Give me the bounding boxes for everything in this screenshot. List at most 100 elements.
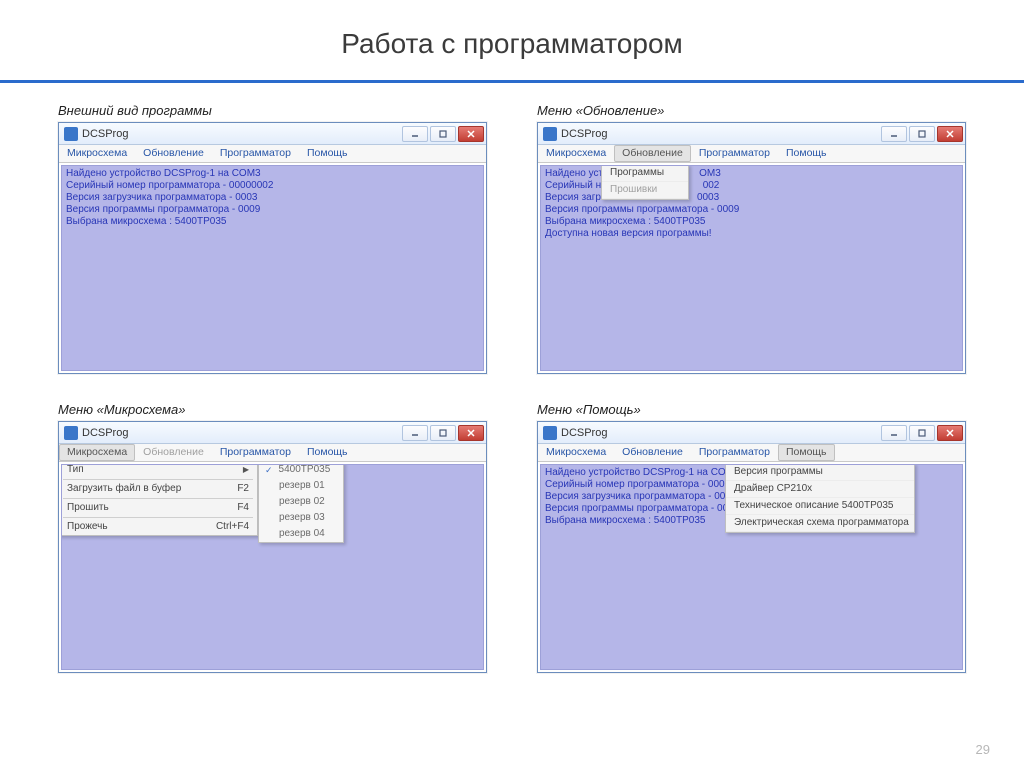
- app-icon: [543, 127, 557, 141]
- log-line: Найдено устройство DCSProg-1 на COM3: [66, 168, 479, 180]
- submenu-item[interactable]: ✓5400ТР035: [259, 464, 343, 478]
- log-line: Найдено уст: [545, 168, 603, 180]
- minimize-button[interactable]: [402, 425, 428, 441]
- maximize-button[interactable]: [909, 425, 935, 441]
- slide-title: Работа с программатором: [0, 0, 1024, 72]
- menu-update[interactable]: Обновление: [614, 145, 691, 162]
- dropdown-shortcut: F2: [237, 483, 249, 495]
- menu-update[interactable]: Обновление: [135, 145, 212, 162]
- menu-programmer[interactable]: Программатор: [212, 444, 299, 461]
- dropdown-label: Прошить: [67, 502, 109, 514]
- log-line-suffix: 002: [703, 180, 720, 192]
- panel-microchip-menu: Меню «Микросхема» DCSProg Микросхема Обн…: [58, 402, 487, 673]
- check-icon: [265, 480, 273, 492]
- log-area: Найдено устройство DCSProg-1 на COM Сери…: [540, 464, 963, 670]
- menu-microchip[interactable]: Микросхема: [59, 145, 135, 162]
- log-line-suffix: 0003: [697, 192, 719, 204]
- dropdown-item-techdesc[interactable]: Техническое описание 5400ТР035: [726, 498, 914, 515]
- type-submenu: ✓5400ТР035 резерв 01 резерв 02 резерв 03…: [258, 464, 344, 543]
- close-button[interactable]: [937, 126, 963, 142]
- window-appearance: DCSProg Микросхема Обновление Программат…: [58, 122, 487, 374]
- log-line: Версия программы программатора - 0009: [545, 204, 958, 216]
- check-icon: ✓: [265, 464, 273, 476]
- submenu-item[interactable]: резерв 01: [259, 478, 343, 494]
- caption-appearance: Внешний вид программы: [58, 103, 487, 118]
- dropdown-shortcut: F4: [237, 502, 249, 514]
- dropdown-divider: [63, 479, 253, 480]
- dropdown-item-schematic[interactable]: Электрическая схема программатора: [726, 515, 914, 532]
- log-line: Версия загр: [545, 192, 601, 204]
- log-area: Найдено уст OM3 Серийный но 002 Версия заг…: [540, 165, 963, 371]
- menu-help[interactable]: Помощь: [299, 444, 356, 461]
- menu-update[interactable]: Обновление: [135, 444, 212, 461]
- dropdown-label: Загрузить файл в буфер: [67, 483, 181, 495]
- log-area: Тип ▶ Загрузить файл в буфер F2 Прошить …: [61, 464, 484, 670]
- submenu-label: резерв 01: [279, 480, 325, 492]
- log-line: Серийный но: [545, 180, 607, 192]
- page-number: 29: [976, 742, 990, 757]
- caption-microchip: Меню «Микросхема»: [58, 402, 487, 417]
- log-line: Версия программы программатора - 0009: [66, 204, 479, 216]
- window-title: DCSProg: [82, 128, 402, 140]
- menu-microchip[interactable]: Микросхема: [538, 145, 614, 162]
- microchip-dropdown: Тип ▶ Загрузить файл в буфер F2 Прошить …: [61, 464, 258, 536]
- titlebar[interactable]: DCSProg: [59, 422, 486, 444]
- titlebar[interactable]: DCSProg: [538, 123, 965, 145]
- menu-help[interactable]: Помощь: [778, 145, 835, 162]
- menubar: Микросхема Обновление Программатор Помощ…: [59, 145, 486, 163]
- panel-appearance: Внешний вид программы DCSProg Микросхема…: [58, 103, 487, 374]
- log-line: Выбрана микросхема : 5400ТР035: [545, 216, 958, 228]
- submenu-item[interactable]: резерв 04: [259, 526, 343, 542]
- caption-help: Меню «Помощь»: [537, 402, 966, 417]
- app-icon: [543, 426, 557, 440]
- menu-update[interactable]: Обновление: [614, 444, 691, 461]
- menu-help[interactable]: Помощь: [778, 444, 835, 461]
- menu-programmer[interactable]: Программатор: [691, 145, 778, 162]
- menubar: Микросхема Обновление Программатор Помощ…: [538, 444, 965, 462]
- app-icon: [64, 127, 78, 141]
- menu-programmer[interactable]: Программатор: [212, 145, 299, 162]
- window-title: DCSProg: [82, 427, 402, 439]
- submenu-label: резерв 02: [279, 496, 325, 508]
- minimize-button[interactable]: [881, 425, 907, 441]
- menu-help[interactable]: Помощь: [299, 145, 356, 162]
- chevron-right-icon: ▶: [243, 464, 249, 476]
- title-divider: [0, 80, 1024, 83]
- close-button[interactable]: [937, 425, 963, 441]
- dropdown-item-burn[interactable]: Прожечь Ctrl+F4: [61, 519, 257, 535]
- window-update: DCSProg Микросхема Обновление Программат…: [537, 122, 966, 374]
- close-button[interactable]: [458, 126, 484, 142]
- dropdown-item-version[interactable]: Версия программы: [726, 464, 914, 481]
- close-button[interactable]: [458, 425, 484, 441]
- dropdown-item-flash[interactable]: Прошить F4: [61, 500, 257, 516]
- titlebar[interactable]: DCSProg: [538, 422, 965, 444]
- window-help: DCSProg Микросхема Обновление Программат…: [537, 421, 966, 673]
- dropdown-item-loadfile[interactable]: Загрузить файл в буфер F2: [61, 481, 257, 497]
- maximize-button[interactable]: [430, 425, 456, 441]
- window-title: DCSProg: [561, 128, 881, 140]
- dropdown-item-type[interactable]: Тип ▶: [61, 464, 257, 478]
- log-line-suffix: OM3: [699, 168, 721, 180]
- dropdown-item-firmware[interactable]: Прошивки: [602, 182, 688, 199]
- menu-microchip[interactable]: Микросхема: [59, 444, 135, 461]
- dropdown-shortcut: Ctrl+F4: [216, 521, 249, 533]
- dropdown-divider: [63, 517, 253, 518]
- minimize-button[interactable]: [881, 126, 907, 142]
- submenu-item[interactable]: резерв 02: [259, 494, 343, 510]
- menubar: Микросхема Обновление Программатор Помощ…: [538, 145, 965, 163]
- app-icon: [64, 426, 78, 440]
- menu-microchip[interactable]: Микросхема: [538, 444, 614, 461]
- dropdown-item-driver[interactable]: Драйвер CP210x: [726, 481, 914, 498]
- caption-update: Меню «Обновление»: [537, 103, 966, 118]
- dropdown-label: Тип: [67, 464, 84, 476]
- submenu-item[interactable]: резерв 03: [259, 510, 343, 526]
- maximize-button[interactable]: [909, 126, 935, 142]
- menu-programmer[interactable]: Программатор: [691, 444, 778, 461]
- check-icon: [265, 496, 273, 508]
- minimize-button[interactable]: [402, 126, 428, 142]
- menubar: Микросхема Обновление Программатор Помощ…: [59, 444, 486, 462]
- log-line: Серийный номер программатора - 00000002: [66, 180, 479, 192]
- dropdown-item-programs[interactable]: Программы: [602, 165, 688, 182]
- titlebar[interactable]: DCSProg: [59, 123, 486, 145]
- maximize-button[interactable]: [430, 126, 456, 142]
